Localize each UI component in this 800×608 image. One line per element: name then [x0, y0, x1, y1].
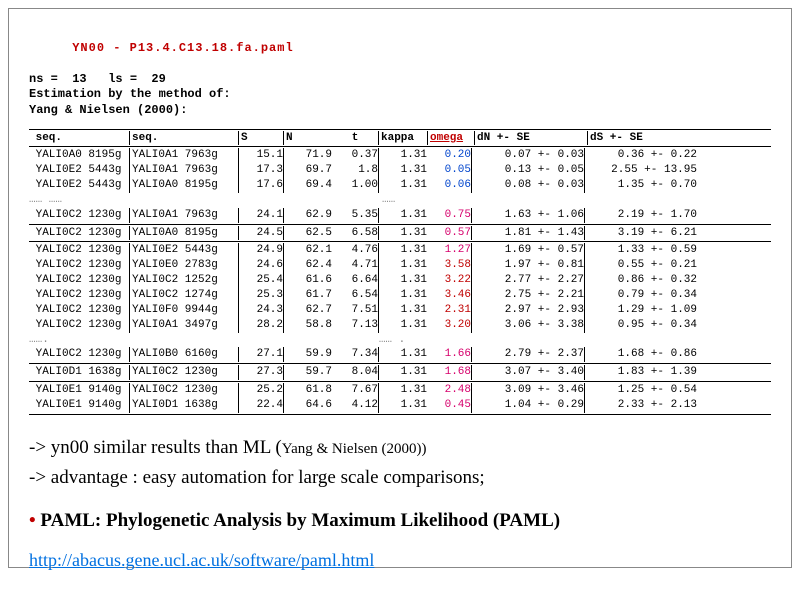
paml-link[interactable]: http://abacus.gene.ucl.ac.uk/software/pa… [29, 550, 374, 570]
program-label: YN00 - [72, 41, 129, 55]
note-advantage: -> advantage : easy automation for large… [29, 463, 771, 493]
input-file: P13.4.C13.18.fa.paml [130, 41, 294, 55]
table-header-row: seq.seq.SNtkappaomegadN +- SEdS +- SE [29, 131, 771, 146]
note-paml: • PAML: Phylogenetic Analysis by Maximum… [29, 506, 771, 536]
table-row: YALI0C2 1230gYALI0E2 5443g24.962.14.761.… [29, 243, 771, 258]
slide-page: YN00 - P13.4.C13.18.fa.paml ns = 13 ls =… [8, 8, 792, 568]
results-table: seq.seq.SNtkappaomegadN +- SEdS +- SE YA… [29, 129, 771, 415]
table-row: YALI0C2 1230gYALI0A1 3497g28.258.87.131.… [29, 318, 771, 333]
table-gap: …… ………… [29, 193, 771, 208]
table-row: YALI0C2 1230gYALI0F0 9944g24.362.77.511.… [29, 303, 771, 318]
estimation-line: Estimation by the method of: [29, 87, 771, 103]
table-row: YALI0E1 9140gYALI0D1 1638g22.464.64.121.… [29, 398, 771, 413]
table-row: YALI0C2 1230gYALI0E0 2783g24.662.44.711.… [29, 258, 771, 273]
table-row: YALI0C2 1230gYALI0C2 1274g25.361.76.541.… [29, 288, 771, 303]
table-row: YALI0C2 1230gYALI0A0 8195g24.562.56.581.… [29, 226, 771, 241]
table-row: YALI0E2 5443gYALI0A0 8195g17.669.41.001.… [29, 178, 771, 193]
table-row: YALI0C2 1230gYALI0A1 7963g24.162.95.351.… [29, 208, 771, 223]
table-row: YALI0E2 5443gYALI0A1 7963g17.369.71.81.3… [29, 163, 771, 178]
table-row: YALI0C2 1230gYALI0B0 6160g27.159.97.341.… [29, 347, 771, 362]
table-gap: …….…… . [29, 333, 771, 348]
table-row: YALI0D1 1638gYALI0C2 1230g27.359.78.041.… [29, 365, 771, 380]
table-row: YALI0A0 8195gYALI0A1 7963g15.171.90.371.… [29, 148, 771, 163]
reference-line: Yang & Nielsen (2000): [29, 103, 771, 119]
table-row: YALI0E1 9140gYALI0C2 1230g25.261.87.671.… [29, 383, 771, 398]
note-yn00: -> yn00 similar results than ML (Yang & … [29, 433, 771, 463]
ns-ls-line: ns = 13 ls = 29 [29, 72, 771, 88]
slide-notes: -> yn00 similar results than ML (Yang & … [29, 433, 771, 577]
output-header: YN00 - P13.4.C13.18.fa.paml ns = 13 ls =… [29, 25, 771, 119]
table-row: YALI0C2 1230gYALI0C2 1252g25.461.66.641.… [29, 273, 771, 288]
